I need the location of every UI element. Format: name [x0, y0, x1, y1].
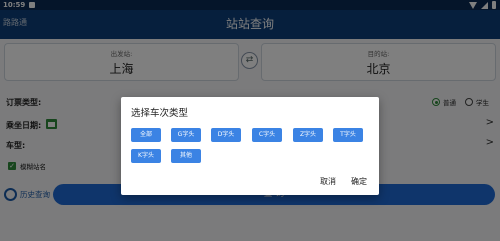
- chip-other[interactable]: 其他: [171, 149, 201, 163]
- chip-all[interactable]: 全部: [131, 128, 161, 142]
- train-type-dialog: 选择车次类型 全部 G字头 D字头 C字头 Z字头 T字头 K字头 其他 取消 …: [121, 97, 379, 195]
- chip-d[interactable]: D字头: [211, 128, 241, 142]
- cancel-button[interactable]: 取消: [320, 176, 336, 187]
- chip-c[interactable]: C字头: [252, 128, 282, 142]
- dialog-title: 选择车次类型: [131, 108, 189, 119]
- chip-z[interactable]: Z字头: [293, 128, 323, 142]
- chip-t[interactable]: T字头: [333, 128, 363, 142]
- confirm-button[interactable]: 确定: [351, 176, 367, 187]
- chip-k[interactable]: K字头: [131, 149, 161, 163]
- chip-g[interactable]: G字头: [171, 128, 201, 142]
